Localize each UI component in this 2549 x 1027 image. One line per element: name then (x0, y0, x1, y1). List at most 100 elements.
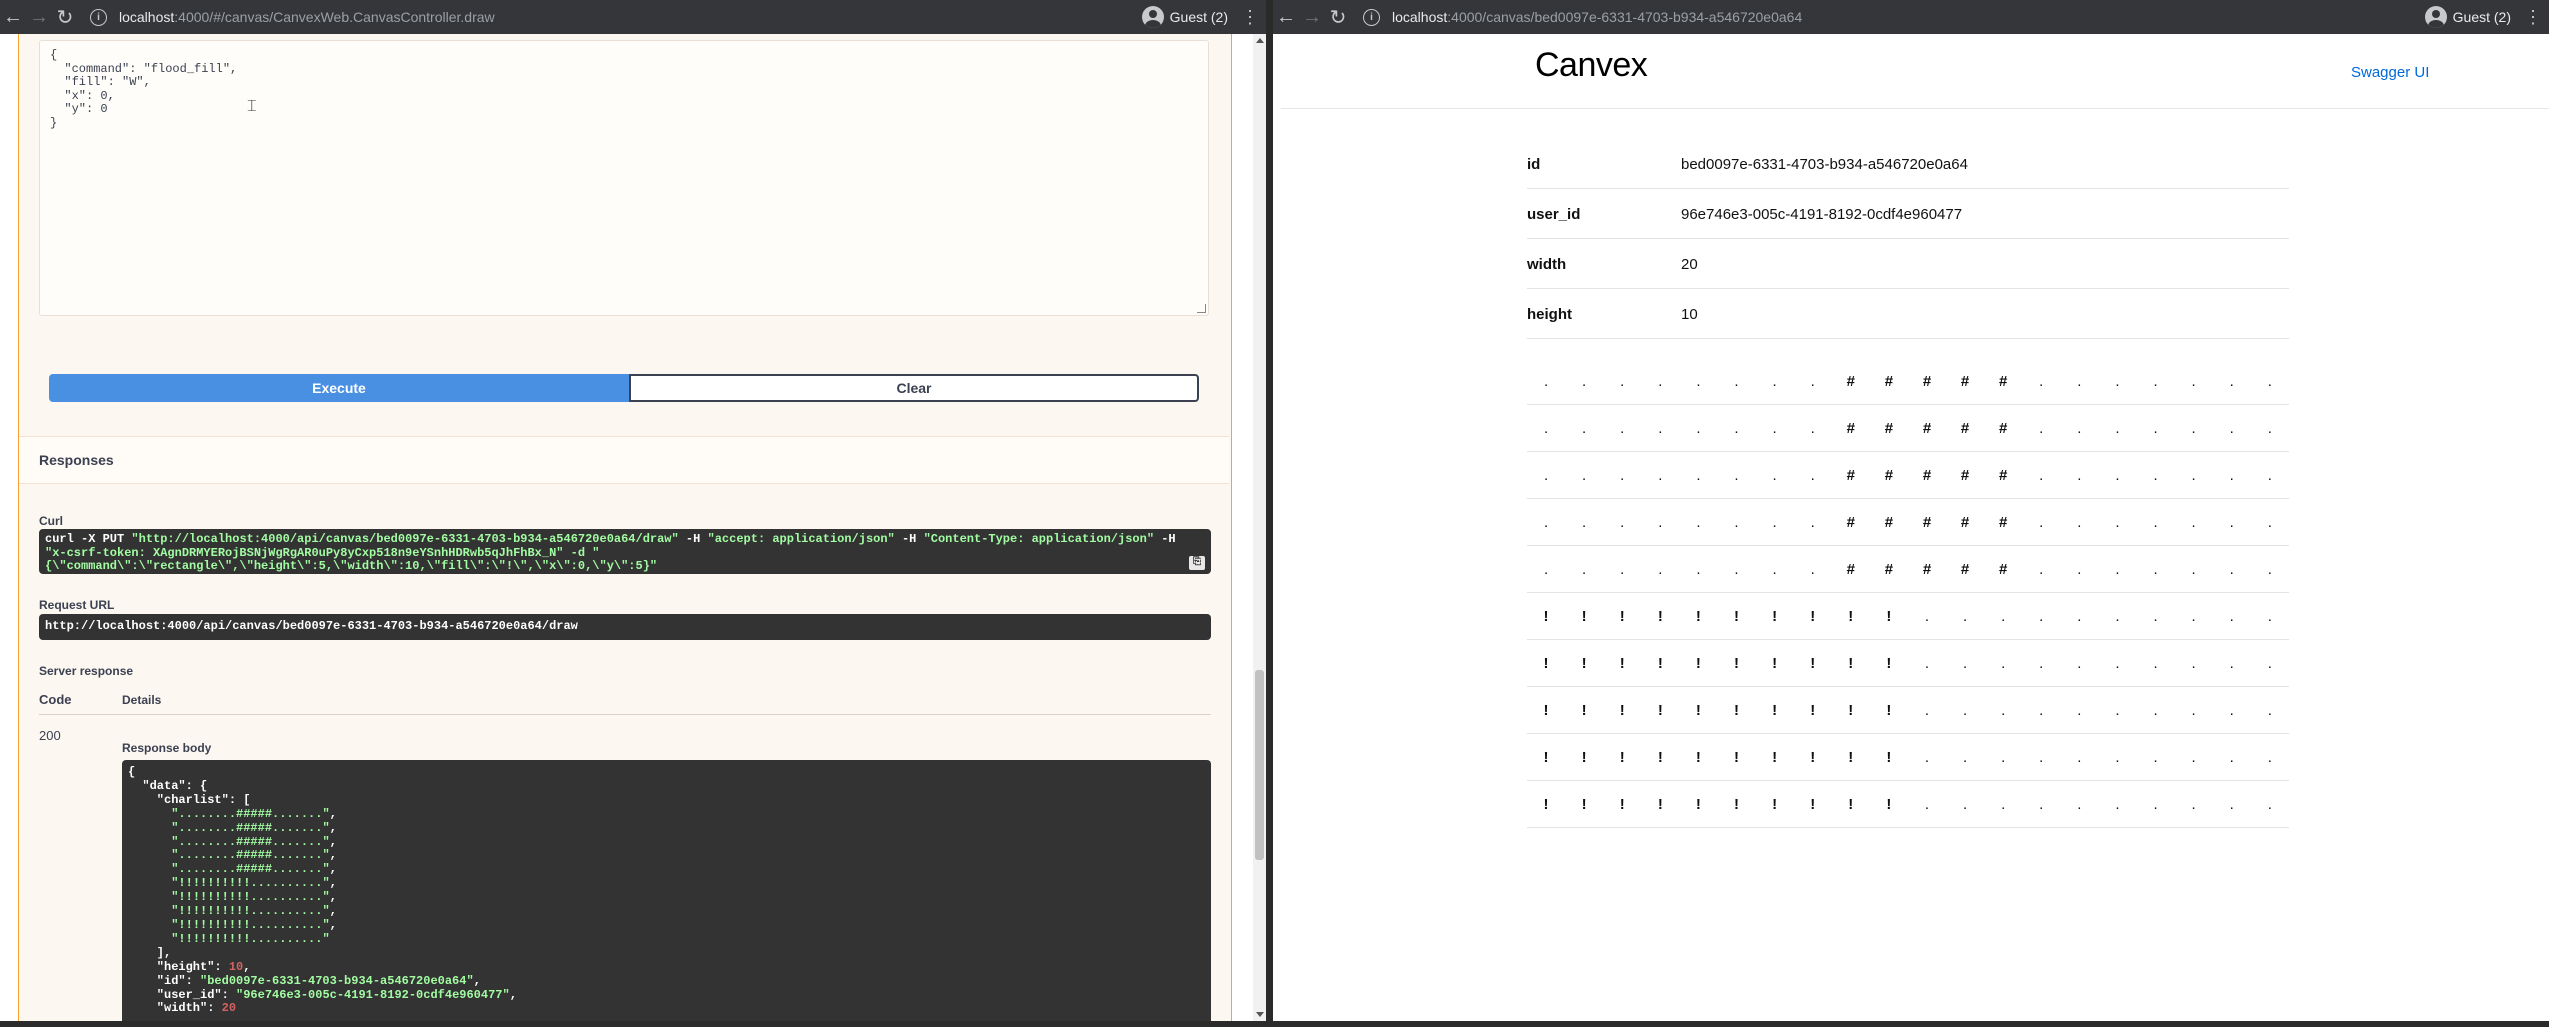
grid-row: !!!!!!!!!!.......... (1527, 780, 2289, 828)
grid-cell: ! (1641, 592, 1680, 640)
response-token: , (243, 959, 251, 974)
response-body-line: "user_id": "96e746e3-005c-4191-8192-0cdf… (128, 988, 1205, 1003)
request-url-text: http://localhost:4000/api/canvas/bed0097… (45, 619, 578, 633)
responses-title: Responses (39, 452, 114, 468)
swagger-ui-link[interactable]: Swagger UI (2351, 64, 2429, 81)
response-token: "........#####......." (171, 862, 330, 877)
curl-string: "http://localhost:4000/api/canvas/bed009… (131, 532, 679, 546)
grid-cell: . (1679, 451, 1718, 499)
response-token: 10 (228, 959, 244, 974)
grid-cell: . (1793, 498, 1832, 546)
vertical-scrollbar[interactable] (1253, 34, 1266, 1021)
grid-cell: ! (1869, 780, 1908, 828)
grid-cell: ! (1869, 686, 1908, 734)
copy-icon[interactable]: ⎘ (1189, 556, 1205, 570)
url-path: :4000/#/canvas/CanvexWeb.CanvasControlle… (174, 9, 495, 25)
grid-cell: . (2250, 686, 2289, 734)
grid-cell: . (2136, 733, 2175, 781)
address-bar[interactable]: localhost:4000/canvas/bed0097e-6331-4703… (1392, 9, 2425, 25)
bottom-strip (0, 1021, 2549, 1027)
grid-cell: . (1717, 404, 1756, 452)
response-token: "........#####......." (171, 820, 330, 835)
grid-cell: # (1907, 404, 1947, 452)
profile-button[interactable]: Guest (2) (1141, 6, 1228, 28)
request-body-textarea[interactable]: { "command": "flood_fill", "fill": "W", … (39, 40, 1209, 316)
browser-toolbar: ← → ↻ i localhost:4000/#/canvas/CanvexWe… (0, 0, 1266, 34)
kebab-menu-icon[interactable]: ⋮ (2521, 7, 2545, 28)
grid-cell: . (2136, 451, 2175, 499)
response-token: "bed0097e-6331-4703-b934-a546720e0a64" (200, 973, 474, 988)
scroll-down-icon[interactable] (1256, 1012, 1264, 1017)
grid-cell: . (1793, 451, 1832, 499)
scrollbar-thumb[interactable] (1255, 670, 1264, 860)
response-token: , (329, 890, 337, 905)
clear-button[interactable]: Clear (629, 374, 1199, 402)
grid-cell: . (1755, 358, 1794, 405)
response-token: , (329, 806, 337, 821)
back-icon[interactable]: ← (0, 6, 26, 29)
grid-cell: ! (1603, 686, 1642, 734)
grid-cell: # (1946, 404, 1985, 452)
response-token: , (329, 876, 337, 891)
forward-icon[interactable]: → (1299, 6, 1325, 29)
response-token: { (128, 765, 136, 779)
grid-cell: ! (1793, 592, 1832, 640)
reload-icon[interactable]: ↻ (52, 5, 78, 30)
grid-cell: . (2174, 451, 2213, 499)
grid-cell: ! (1793, 733, 1832, 781)
grid-cell: # (1869, 358, 1908, 405)
grid-cell: . (1755, 451, 1794, 499)
grid-cell: . (2250, 451, 2289, 499)
response-body-line: "width": 20 (128, 1001, 1205, 1016)
curl-command-text: curl -X PUT "http://localhost:4000/api/c… (45, 532, 1176, 546)
grid-cell: . (2022, 358, 2061, 405)
grid-cell: # (1907, 545, 1947, 593)
curl-label: Curl (39, 514, 63, 528)
response-token: 20 (221, 1001, 237, 1016)
response-token: "........#####......." (171, 806, 330, 821)
grid-cell: # (1831, 545, 1870, 593)
response-token: "........#####......." (171, 848, 330, 863)
grid-cell: . (2022, 451, 2061, 499)
grid-cell: . (2060, 451, 2099, 499)
grid-cell: . (2060, 404, 2099, 452)
grid-row: ........ # # # # #....... (1527, 545, 2289, 593)
grid-cell: . (2174, 592, 2213, 640)
grid-cell: . (1907, 780, 1947, 828)
grid-cell: . (2250, 404, 2289, 452)
grid-cell: ! (1755, 733, 1794, 781)
info-icon[interactable]: i (1363, 8, 1380, 26)
response-token: ], (128, 945, 172, 960)
execute-button[interactable]: Execute (49, 374, 629, 402)
grid-cell: . (2136, 498, 2175, 546)
grid-cell: # (1869, 404, 1908, 452)
grid-cell: . (2098, 686, 2137, 734)
site-logo[interactable]: Canvex (1535, 46, 1648, 85)
grid-cell: . (1907, 639, 1947, 687)
grid-cell: . (1946, 780, 1985, 828)
grid-cell: . (2174, 404, 2213, 452)
info-icon[interactable]: i (90, 8, 107, 26)
grid-cell: ! (1679, 780, 1718, 828)
grid-cell: # (1907, 451, 1947, 499)
response-token: "height": (128, 959, 229, 974)
grid-cell: ! (1717, 686, 1756, 734)
grid-cell: ! (1717, 639, 1756, 687)
grid-cell: . (2212, 733, 2251, 781)
scroll-up-icon[interactable] (1256, 38, 1264, 43)
resize-grip[interactable] (1197, 304, 1206, 313)
forward-icon[interactable]: → (26, 6, 52, 29)
grid-cell: . (1755, 545, 1794, 593)
kebab-menu-icon[interactable]: ⋮ (1238, 7, 1262, 28)
grid-cell: . (1984, 592, 2023, 640)
profile-button[interactable]: Guest (2) (2424, 6, 2511, 28)
grid-cell: . (2022, 780, 2061, 828)
request-body-line: "fill": "W", (50, 75, 151, 89)
browser-window-right: ← → ↻ i localhost:4000/canvas/bed0097e-6… (1273, 0, 2549, 1021)
address-bar[interactable]: localhost:4000/#/canvas/CanvexWeb.Canvas… (119, 9, 1142, 25)
response-token: , (329, 848, 337, 863)
grid-cell: # (1984, 545, 2023, 593)
back-icon[interactable]: ← (1273, 6, 1299, 29)
reload-icon[interactable]: ↻ (1325, 5, 1351, 30)
grid-row: !!!!!!!!!!.......... (1527, 733, 2289, 781)
